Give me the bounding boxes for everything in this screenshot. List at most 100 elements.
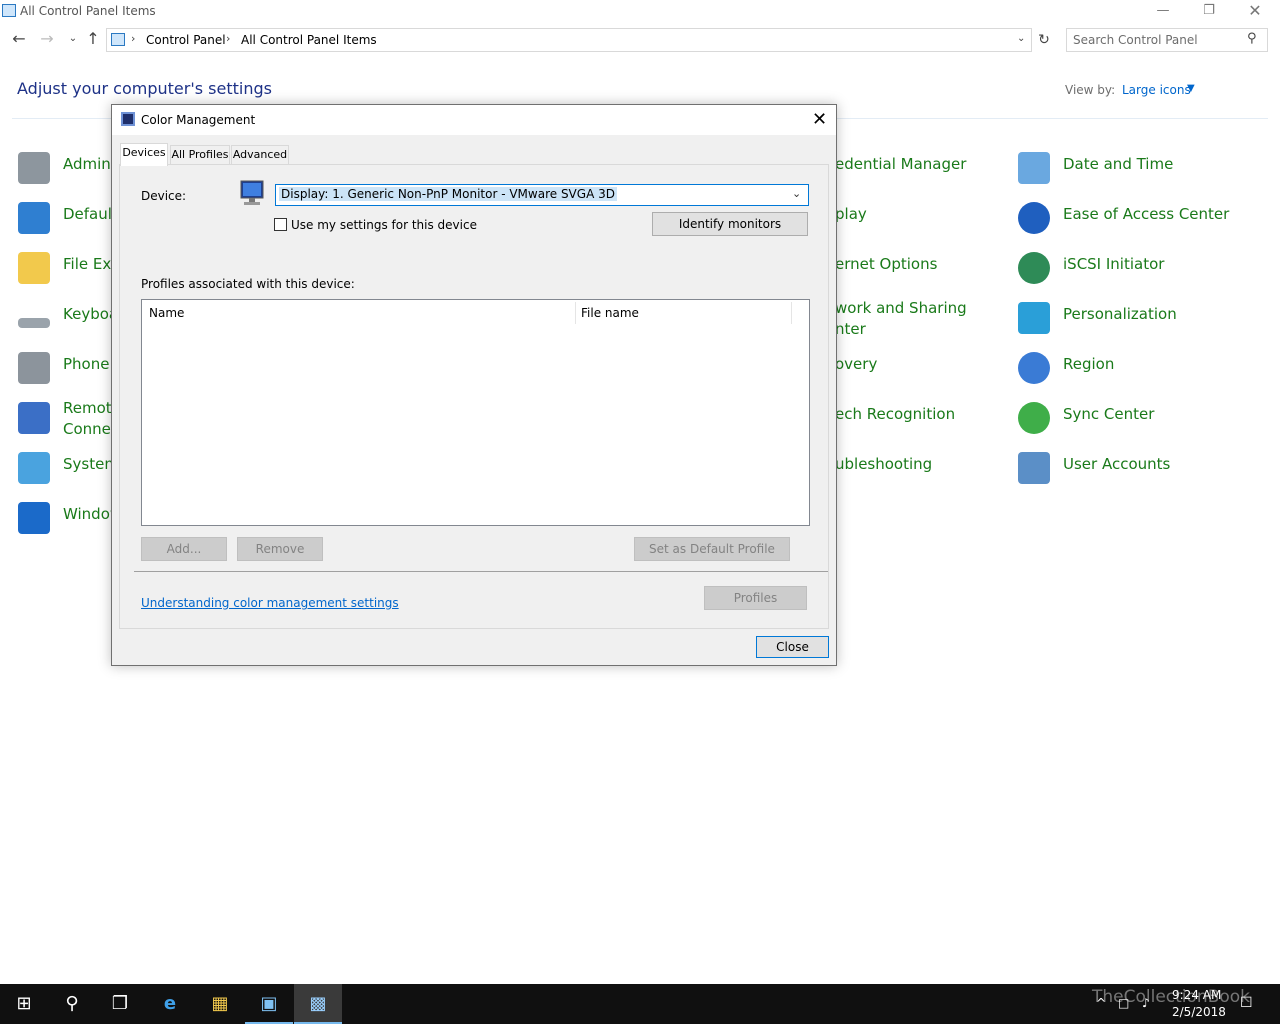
cp-item-remoteapp-connections[interactable]: Remote Connec <box>18 398 121 442</box>
back-arrow-icon[interactable]: ← <box>8 30 30 50</box>
cp-item-label: Ease of Access Center <box>1063 205 1230 223</box>
cp-item-user-accounts[interactable]: User Accounts <box>1018 448 1258 490</box>
cp-item-label: ubleshooting <box>835 455 933 473</box>
cp-item-date-and-time[interactable]: Date and Time <box>1018 148 1258 190</box>
search-icon[interactable]: ⚲ <box>48 984 96 1024</box>
column-header-file-name[interactable]: File name <box>581 306 639 320</box>
file-explorer-icon[interactable]: ▦ <box>196 984 244 1024</box>
close-window-button[interactable]: ✕ <box>1232 0 1278 24</box>
volume-muted-icon[interactable]: ♪ <box>1142 996 1150 1036</box>
address-dropdown-icon[interactable]: ⌄ <box>1017 33 1025 44</box>
cp-item-label: Keyboa <box>63 305 119 323</box>
cp-item-label: play <box>835 205 867 223</box>
notifications-icon[interactable]: ☐ <box>1240 995 1253 1035</box>
use-my-settings-label[interactable]: Use my settings for this device <box>291 218 477 232</box>
clock-time[interactable]: 9:24 AM <box>1172 988 1221 1002</box>
cp-item-sync-center[interactable]: Sync Center <box>1018 398 1258 440</box>
cp-item-label: ech Recognition <box>835 405 956 423</box>
watermark: TheCollectionBook <box>1092 987 1251 1007</box>
keyboard-icon <box>18 318 50 328</box>
search-icon[interactable]: ⚲ <box>1247 31 1257 46</box>
color-management-taskbar-icon[interactable]: ▩ <box>294 984 342 1024</box>
column-header-name[interactable]: Name <box>149 306 184 320</box>
dialog-titlebar: Color Management ✕ <box>112 105 836 135</box>
forward-arrow-icon[interactable]: → <box>36 30 58 50</box>
window-title: All Control Panel Items <box>20 4 156 18</box>
recent-locations-chevron-icon[interactable]: ⌄ <box>62 30 84 50</box>
column-divider[interactable] <box>575 302 576 324</box>
refresh-icon[interactable]: ↻ <box>1034 28 1054 52</box>
task-view-icon[interactable]: ❐ <box>96 984 144 1024</box>
color-management-help-link[interactable]: Understanding color management settings <box>141 596 399 610</box>
identify-monitors-button[interactable]: Identify monitors <box>652 212 808 236</box>
personalization-icon <box>1018 302 1050 334</box>
view-by-caret-icon[interactable]: ▼ <box>1187 83 1195 94</box>
ease-of-access-icon <box>1018 202 1050 234</box>
view-by-dropdown[interactable]: Large icons <box>1122 83 1191 97</box>
remoteapp-icon <box>18 402 50 434</box>
up-arrow-icon[interactable]: ↑ <box>82 30 104 50</box>
remove-profile-button[interactable]: Remove <box>237 537 323 561</box>
monitor-icon <box>240 180 264 205</box>
cp-item-windows-firewall[interactable]: Window <box>18 498 122 540</box>
user-accounts-icon <box>1018 452 1050 484</box>
control-panel-taskbar-icon[interactable]: ▣ <box>245 984 293 1024</box>
cp-item-label: Default <box>63 205 118 223</box>
cp-item-label: Region <box>1063 355 1115 373</box>
close-button[interactable]: Close <box>756 636 829 658</box>
minimize-button[interactable]: — <box>1140 0 1186 24</box>
cp-item-label: work and Sharing nter <box>835 299 967 338</box>
search-box[interactable]: ⚲ <box>1066 28 1268 52</box>
breadcrumb-control-panel[interactable]: Control Panel <box>146 33 226 47</box>
iscsi-initiator-icon <box>1018 252 1050 284</box>
tab-devices[interactable]: Devices <box>120 143 168 166</box>
breadcrumb-all-items[interactable]: All Control Panel Items <box>241 33 377 47</box>
control-panel-icon <box>2 4 16 17</box>
profiles-list[interactable]: Name File name <box>141 299 810 526</box>
internet-explorer-icon[interactable]: e <box>146 984 194 1024</box>
device-label: Device: <box>141 189 187 203</box>
tab-all-profiles[interactable]: All Profiles <box>170 145 230 165</box>
cp-item-phone-and-modem[interactable]: Phone <box>18 348 113 390</box>
cp-item-system[interactable]: System <box>18 448 119 490</box>
cp-item-personalization[interactable]: Personalization <box>1018 298 1258 340</box>
dialog-close-icon[interactable]: ✕ <box>812 109 827 130</box>
maximize-button[interactable]: ❐ <box>1186 0 1232 24</box>
window-titlebar: All Control Panel Items — ❐ ✕ <box>0 0 1280 24</box>
column-divider[interactable] <box>791 302 792 324</box>
use-my-settings-checkbox[interactable] <box>274 218 287 231</box>
clock-date[interactable]: 2/5/2018 <box>1172 1005 1226 1019</box>
set-default-profile-button[interactable]: Set as Default Profile <box>634 537 790 561</box>
show-hidden-icons-chevron-icon[interactable]: ^ <box>1096 996 1106 1036</box>
tab-advanced[interactable]: Advanced <box>231 145 289 165</box>
cp-item-label: Admini <box>63 155 115 173</box>
chevron-down-icon[interactable]: ⌄ <box>792 187 801 200</box>
add-profile-button[interactable]: Add... <box>141 537 227 561</box>
cp-item-label: Personalization <box>1063 305 1177 323</box>
breadcrumb-separator-icon[interactable]: › <box>226 32 230 45</box>
sync-center-icon <box>1018 402 1050 434</box>
network-icon[interactable]: □ <box>1118 996 1129 1036</box>
cp-item-region[interactable]: Region <box>1018 348 1258 390</box>
search-input[interactable] <box>1073 32 1243 48</box>
cp-item-default-programs[interactable]: Default <box>18 198 118 240</box>
default-programs-icon <box>18 202 50 234</box>
cp-item-keyboard[interactable]: Keyboa <box>18 298 118 340</box>
region-icon <box>1018 352 1050 384</box>
page-title: Adjust your computer's settings <box>17 79 272 98</box>
phone-modem-icon <box>18 352 50 384</box>
cp-item-label: ernet Options <box>835 255 938 273</box>
cp-item-administrative-tools[interactable]: Admini <box>18 148 115 190</box>
admin-tools-icon <box>18 152 50 184</box>
device-select[interactable]: Display: 1. Generic Non-PnP Monitor - VM… <box>275 184 809 206</box>
breadcrumb-separator-icon[interactable]: › <box>131 32 135 45</box>
address-bar[interactable]: › Control Panel › All Control Panel Item… <box>106 28 1032 52</box>
cp-item-file-explorer-options[interactable]: File Exp <box>18 248 121 290</box>
cp-item-label: Date and Time <box>1063 155 1174 173</box>
profiles-button[interactable]: Profiles <box>704 586 807 610</box>
windows-firewall-icon <box>18 502 50 534</box>
start-windows-icon[interactable]: ⊞ <box>0 984 48 1024</box>
color-management-icon <box>121 112 135 126</box>
cp-item-ease-of-access[interactable]: Ease of Access Center <box>1018 198 1258 240</box>
cp-item-iscsi-initiator[interactable]: iSCSI Initiator <box>1018 248 1258 290</box>
